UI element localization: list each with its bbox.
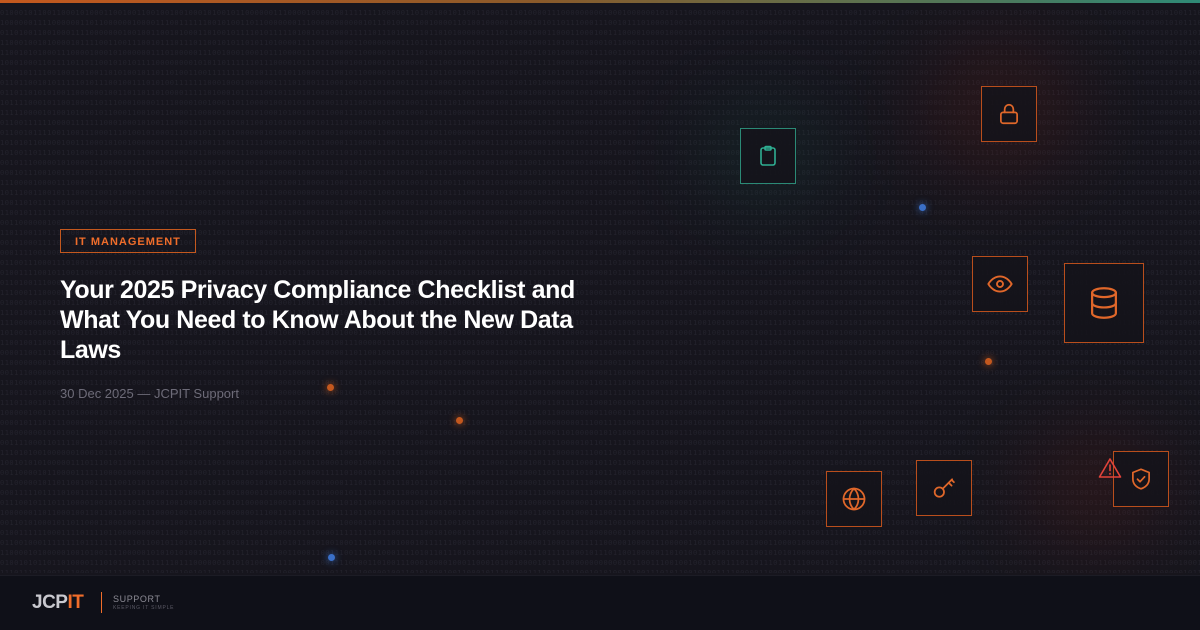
shield-check-icon [1132, 468, 1150, 490]
database-icon [1091, 287, 1117, 319]
footer-bar: JCPIT SUPPORT KEEPING IT SIMPLE [0, 575, 1200, 630]
globe-icon-box [826, 471, 882, 527]
logo-main-text: JCP [32, 592, 68, 613]
particle-dot [919, 204, 926, 211]
particle-dot [327, 384, 334, 391]
lock-icon [1000, 103, 1018, 125]
eye-icon-box [972, 256, 1028, 312]
logo-divider [101, 592, 102, 613]
particle-dot [985, 358, 992, 365]
hero-banner: 0100010110011000101000110010011001001001… [0, 0, 1200, 630]
article-title: Your 2025 Privacy Compliance Checklist a… [60, 276, 575, 364]
particle-dot [456, 417, 463, 424]
lock-icon-box [981, 86, 1037, 142]
key-icon [933, 478, 955, 498]
logo-accent-text: IT [67, 592, 84, 613]
particle-dot [328, 554, 335, 561]
warning-icon [1098, 458, 1122, 478]
logo-tagline: SUPPORT KEEPING IT SIMPLE [113, 594, 174, 612]
logo-tagline-sub: KEEPING IT SIMPLE [113, 605, 175, 611]
article-meta: 30 Dec 2025 — JCPIT Support [60, 386, 239, 401]
clipboard-icon [760, 145, 776, 166]
logo-tagline-main: SUPPORT [113, 594, 161, 604]
category-tag[interactable]: IT MANAGEMENT [60, 229, 196, 253]
globe-icon [842, 487, 866, 511]
top-accent-bar [0, 0, 1200, 3]
key-icon-box [916, 460, 972, 516]
database-icon-box [1064, 263, 1144, 343]
clipboard-icon-box [740, 128, 796, 184]
jcpit-logo[interactable]: JCPIT [32, 592, 84, 614]
eye-icon [987, 275, 1013, 293]
